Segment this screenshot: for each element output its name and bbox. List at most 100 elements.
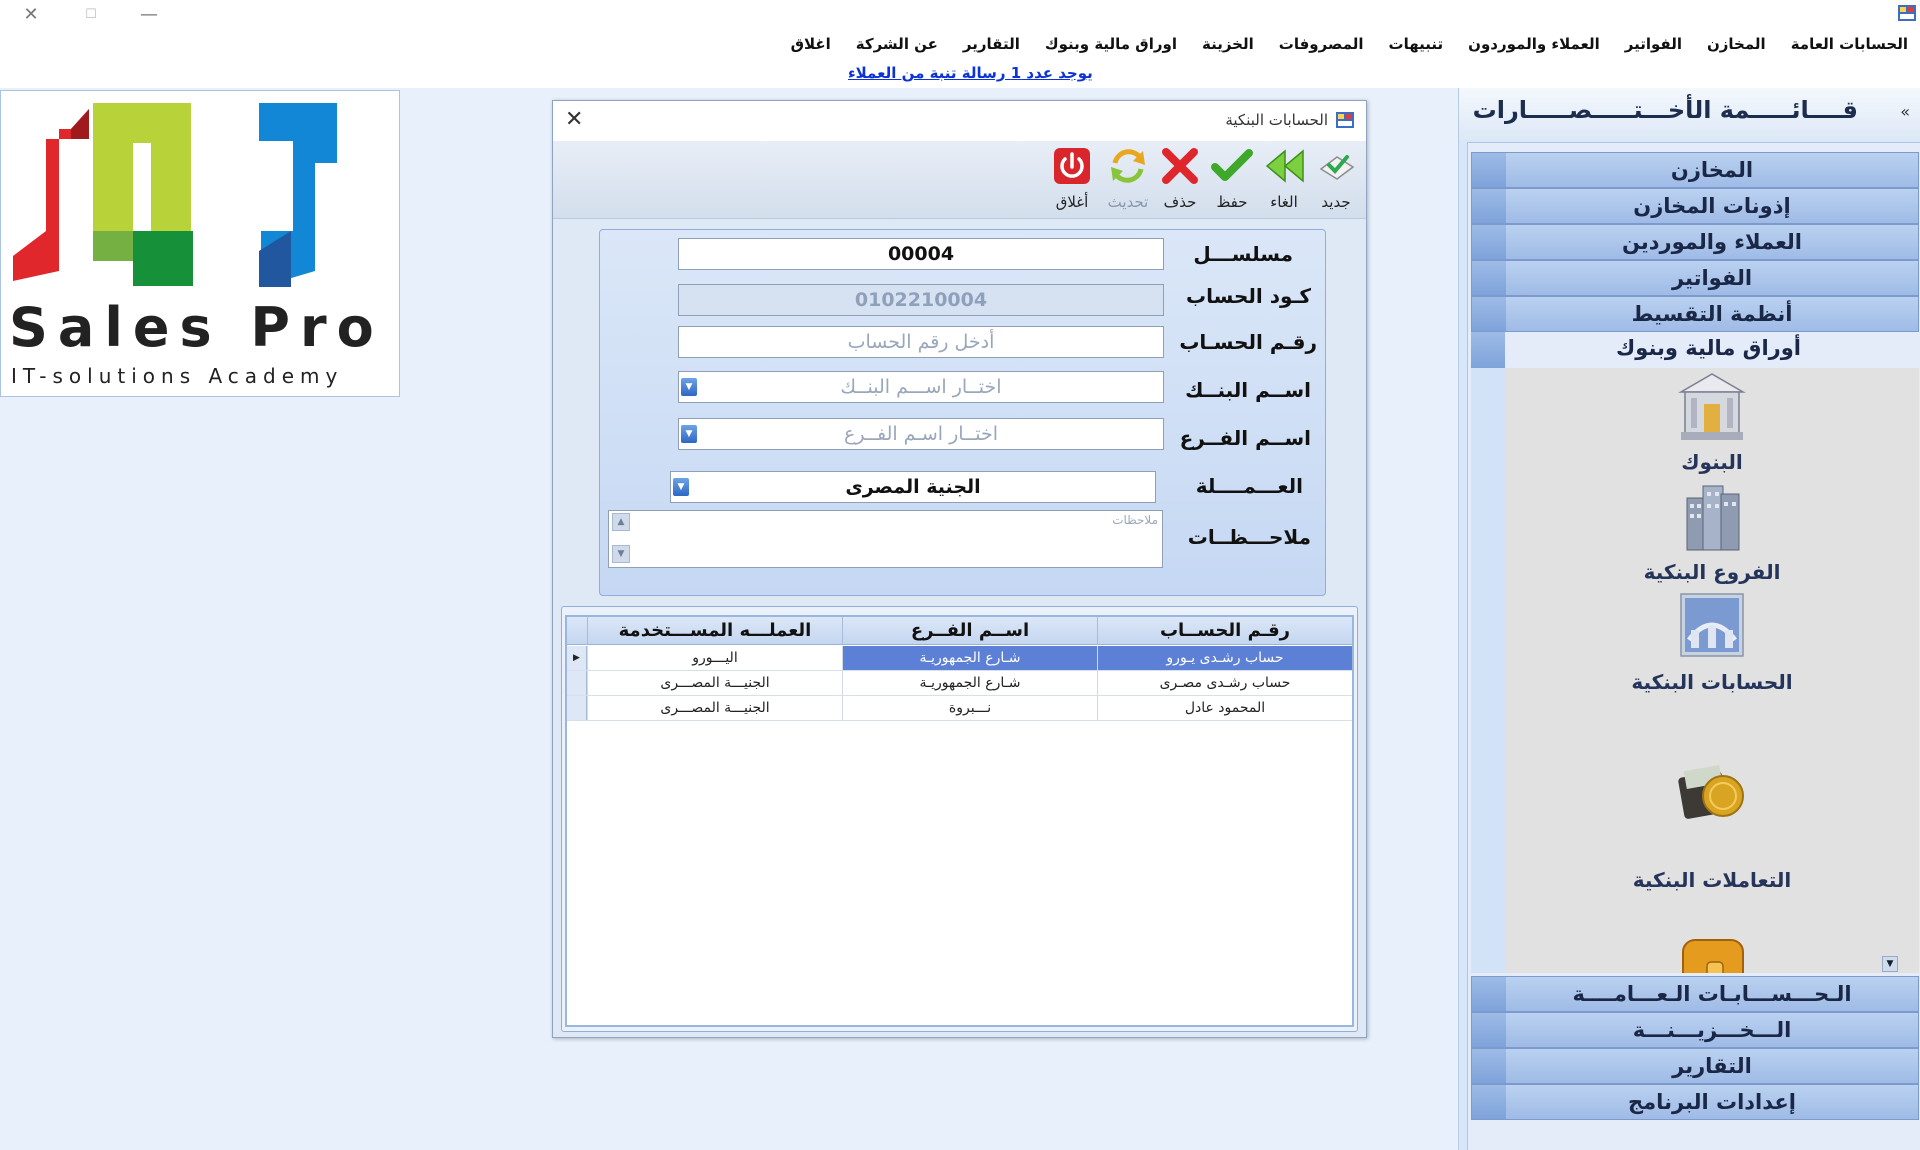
shortcut-banks-label: البنوك — [1681, 450, 1743, 474]
sidebar-group-securities-banks[interactable]: أوراق مالية وبنوك — [1471, 332, 1919, 368]
grid-col-currency[interactable]: العملـــه المســـتخدمة — [587, 617, 842, 645]
bank-name-placeholder: اختــار اســـم البنــك — [840, 376, 1002, 398]
menu-expenses[interactable]: المصروفات — [1279, 35, 1364, 53]
shortcut-bank-transactions[interactable]: التعاملات البنكية — [1505, 754, 1919, 892]
menu-alerts[interactable]: تنبيهات — [1389, 35, 1444, 53]
bank-accounts-icon — [1680, 593, 1744, 657]
wallet-icon — [1682, 939, 1744, 973]
notes-scroll-up-icon[interactable]: ▲ — [612, 513, 630, 531]
grid-col-branch[interactable]: اســم الفــرع — [842, 617, 1097, 645]
dialog-title: الحسابات البنكية — [1225, 111, 1328, 129]
shortcuts-sidebar: قــــائـــــمة الأخـــتـــــصـــــارات «… — [1458, 88, 1920, 1150]
menu-customers-suppliers[interactable]: العملاء والموردون — [1468, 35, 1600, 53]
window-maximize-button[interactable]: ☐ — [62, 0, 120, 28]
new-label: جديد — [1321, 193, 1351, 211]
cell-branch: شـارع الجمهوريـة — [842, 646, 1097, 670]
app-icon — [1898, 5, 1916, 21]
account-form-panel: مسلســـل 00004 كـود الحساب 0102210004 رق… — [599, 229, 1326, 596]
sidebar-collapse-icon[interactable]: « — [1900, 102, 1910, 121]
delete-x-icon — [1162, 148, 1198, 184]
coin-wallet-icon — [1678, 765, 1744, 819]
dialog-titlebar: ✕ الحسابات البنكية — [553, 101, 1366, 141]
currency-label: العـــمــــلة — [1195, 474, 1303, 498]
sidebar-group-stores[interactable]: المخازن — [1471, 152, 1919, 188]
cell-account: حساب رشـدى يـورو — [1097, 646, 1352, 670]
currency-select[interactable]: الجنية المصرى ▼ — [670, 471, 1156, 503]
cancel-button[interactable]: الغاء — [1260, 145, 1308, 215]
menu-treasury[interactable]: الخزينة — [1202, 35, 1254, 53]
group-tab — [1472, 153, 1506, 187]
cell-currency: اليـــورو — [587, 646, 842, 670]
currency-value: الجنية المصرى — [845, 476, 981, 498]
bank-building-icon — [1678, 373, 1746, 440]
bank-name-label: اســم البنــك — [1185, 378, 1311, 402]
menu-stores[interactable]: المخازن — [1707, 35, 1766, 53]
menu-invoices[interactable]: الفواتير — [1625, 35, 1682, 53]
menu-exit[interactable]: اغلاق — [791, 35, 831, 53]
save-button[interactable]: حفظ — [1208, 145, 1256, 215]
refresh-icon — [1111, 149, 1145, 183]
sidebar-group-store-permits[interactable]: إذونات المخازن — [1471, 188, 1919, 224]
sidebar-title: قــــائـــــمة الأخـــتـــــصـــــارات — [1472, 96, 1858, 124]
branch-dropdown-arrow-icon[interactable]: ▼ — [681, 425, 697, 443]
grid-col-account-number[interactable]: رقـم الحســاب — [1097, 617, 1352, 645]
bank-name-select[interactable]: اختــار اســـم البنــك ▼ — [678, 371, 1164, 403]
menu-reports[interactable]: التقارير — [963, 35, 1020, 53]
sidebar-group-settings[interactable]: إعدادات البرنامج — [1471, 1084, 1919, 1120]
menu-general-accounts[interactable]: الحسابات العامة — [1791, 35, 1908, 53]
row-selector-icon[interactable]: ▶ — [567, 646, 587, 670]
sidebar-group-installments[interactable]: أنظمة التقسيط — [1471, 296, 1919, 332]
sidebar-group-customers[interactable]: العملاء والموردين — [1471, 224, 1919, 260]
currency-dropdown-arrow-icon[interactable]: ▼ — [673, 478, 689, 496]
shortcut-bank-accounts[interactable]: الحسابات البنكية — [1505, 590, 1919, 694]
group-tab — [1472, 1013, 1506, 1047]
table-row[interactable]: الجنيـــة المصـــرى شـارع الجمهوريـة حسا… — [567, 671, 1352, 696]
new-button[interactable]: جديد — [1312, 145, 1360, 215]
bank-dropdown-arrow-icon[interactable]: ▼ — [681, 378, 697, 396]
shortcut-bank-transactions-label: التعاملات البنكية — [1632, 868, 1792, 892]
delete-button[interactable]: حذف — [1156, 145, 1204, 215]
cell-branch: شـارع الجمهوريـة — [842, 671, 1097, 695]
window-minimize-button[interactable]: — — [120, 0, 178, 28]
cell-currency: الجنيـــة المصـــرى — [587, 671, 842, 695]
sidebar-group-reports[interactable]: التقارير — [1471, 1048, 1919, 1084]
account-number-input[interactable]: أدخل رقم الحساب — [678, 326, 1164, 358]
sidebar-group-invoices[interactable]: الفواتير — [1471, 260, 1919, 296]
sidebar-open-group-label: أوراق مالية وبنوك — [1616, 336, 1801, 360]
branch-name-select[interactable]: اختــار اسـم الفــرع ▼ — [678, 418, 1164, 450]
company-logo: Sales Pro IT-solutions Academy — [0, 90, 400, 397]
customer-alert-link[interactable]: يوجد عدد 1 رسالة تنبة من العملاء — [848, 64, 1093, 82]
logo-title: Sales Pro — [9, 296, 384, 359]
sidebar-group-label: المخازن — [1670, 158, 1754, 182]
power-icon — [1054, 148, 1090, 184]
close-form-button[interactable]: أغلاق — [1048, 145, 1096, 215]
notes-placeholder: ملاحظات — [1112, 513, 1158, 527]
shortcut-bank-branches[interactable]: الفروع البنكية — [1505, 480, 1919, 584]
sidebar-group-label: التقارير — [1672, 1054, 1752, 1078]
notes-scroll-down-icon[interactable]: ▼ — [612, 545, 630, 563]
dialog-close-button[interactable]: ✕ — [565, 107, 583, 132]
dialog-toolbar: جديد الغاء حفظ حذف تحديث أغلاق — [553, 141, 1366, 219]
group-tab — [1472, 977, 1506, 1011]
sidebar-group-treasury[interactable]: الـــخـــزيـــنـــة — [1471, 1012, 1919, 1048]
rewind-icon — [1265, 149, 1304, 183]
menu-about-company[interactable]: عن الشركة — [856, 35, 938, 53]
group-tab — [1472, 189, 1506, 223]
row-selector[interactable] — [567, 696, 587, 720]
window-close-button[interactable]: ✕ — [2, 0, 60, 28]
row-selector[interactable] — [567, 671, 587, 695]
sidebar-scroll-down-icon[interactable]: ▼ — [1882, 956, 1898, 972]
table-row[interactable]: الجنيـــة المصـــرى نـــبروة المحمود عاد… — [567, 696, 1352, 721]
delete-label: حذف — [1163, 193, 1197, 211]
shortcut-banks[interactable]: البنوك — [1505, 370, 1919, 474]
notes-textarea[interactable]: ملاحظات ▲ ▼ — [608, 510, 1163, 568]
refresh-button[interactable]: تحديث — [1104, 145, 1152, 215]
menu-securities-banks[interactable]: اوراق مالية وبنوك — [1045, 35, 1177, 53]
sidebar-group-general-accounts[interactable]: الـحـــســـابـات الـعـــامــــة — [1471, 976, 1919, 1012]
shortcut-wallet[interactable] — [1505, 934, 1919, 973]
serial-field[interactable]: 00004 — [678, 238, 1164, 270]
accounts-grid-panel: العملـــه المســـتخدمة اســم الفــرع رقـ… — [561, 606, 1358, 1032]
table-row[interactable]: ▶ اليـــورو شـارع الجمهوريـة حساب رشـدى … — [567, 646, 1352, 671]
notes-label: ملاحـــظــات — [1187, 525, 1311, 549]
accounts-grid[interactable]: العملـــه المســـتخدمة اســم الفــرع رقـ… — [565, 615, 1354, 1027]
